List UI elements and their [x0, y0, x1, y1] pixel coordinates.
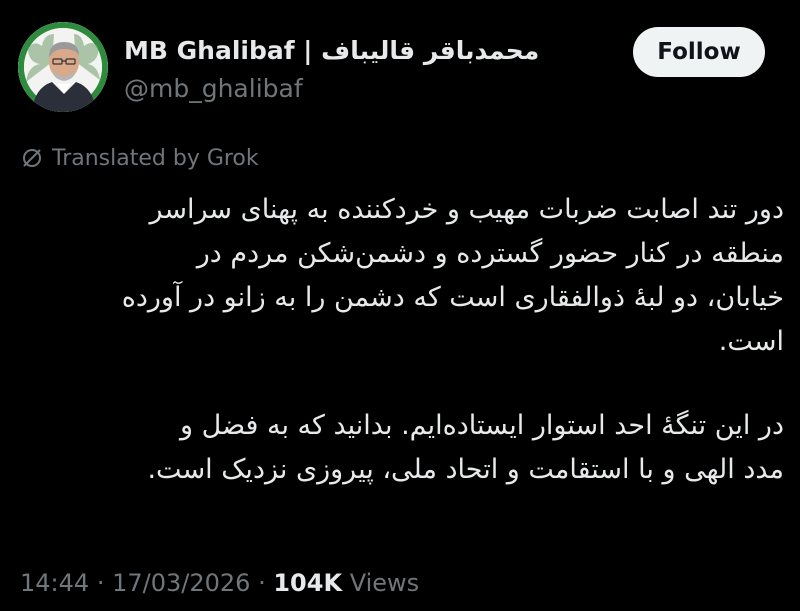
tweet-paragraph-2: در این تنگۀ احد استوار ایستاده‌ایم. بدان… — [16, 404, 784, 492]
translation-label: Translated by Grok — [52, 145, 259, 171]
tweet-line: دور تند اصابت ضربات مهیب و خردکننده به پ… — [149, 194, 784, 225]
tweet-line: منطقه در کنار حضور گسترده و دشمن‌شکن مرد… — [196, 238, 784, 269]
tweet-line: خیابان، دو لبۀ ذوالفقاری است که دشمن را … — [121, 282, 784, 313]
views-label: Views — [349, 569, 420, 597]
tweet-line: در این تنگۀ احد استوار ایستاده‌ایم. بدان… — [180, 410, 784, 441]
author-display-name[interactable]: MB Ghalibaf | محمدباقر قالیباف — [124, 35, 539, 67]
tweet-meta: 14:44 · 17/03/2026 · 104K Views — [20, 566, 419, 600]
tweet-line: مدد الهی و با استقامت و اتحاد ملی، پیروز… — [147, 454, 784, 485]
tweet-text: دور تند اصابت ضربات مهیب و خردکننده به پ… — [16, 188, 784, 532]
avatar-portrait-image — [18, 22, 108, 112]
tweet-paragraph-1: دور تند اصابت ضربات مهیب و خردکننده به پ… — [16, 188, 784, 364]
meta-separator: · — [96, 569, 105, 597]
author-handle[interactable]: @mb_ghalibaf — [124, 73, 303, 105]
tweet-date[interactable]: 17/03/2026 — [112, 569, 250, 597]
tweet-time[interactable]: 14:44 — [20, 569, 89, 597]
avatar[interactable] — [18, 22, 108, 112]
translation-notice: Translated by Grok — [20, 143, 259, 173]
follow-button[interactable]: Follow — [633, 27, 765, 77]
meta-separator: · — [258, 569, 266, 597]
tweet-line: است. — [718, 326, 784, 357]
views-count: 104K — [273, 569, 343, 597]
translate-slash-icon — [20, 146, 44, 170]
